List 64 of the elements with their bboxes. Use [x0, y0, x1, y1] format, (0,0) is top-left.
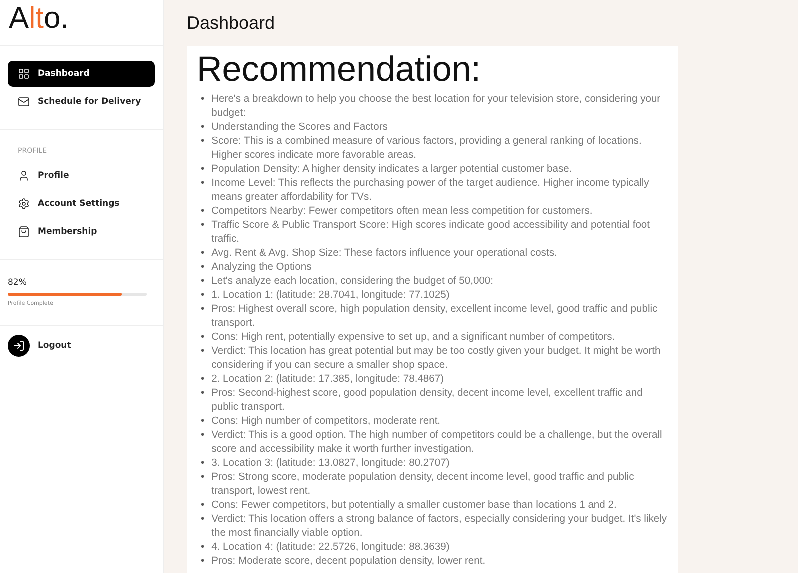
list-item: Competitors Nearby: Fewer competitors often mean less competition for customers.	[212, 205, 594, 219]
list-item: Pros: Second-highest score, good population density, decent income level, excellent traffic and public transport.	[212, 387, 644, 415]
list-item: 2. Location 2: (latitude: 17.385, longitude: 78.4867)	[212, 373, 446, 387]
page-title: Dashboard	[187, 12, 276, 34]
list-item: Score: This is a combined measure of various factors, providing a general ranking of locations. Higher scores indicate more favorable areas.	[212, 135, 643, 163]
bullet-marker: •	[201, 289, 205, 303]
sidebar-item[interactable]: Account Settings	[8, 191, 155, 217]
bullet-marker: •	[201, 177, 205, 191]
settings-icon	[18, 198, 30, 210]
card-title: Recommendation:	[197, 50, 482, 90]
bullet-marker: •	[201, 261, 205, 275]
bullet-marker: •	[201, 93, 205, 107]
list-item: Pros: Strong score, moderate population density, decent income level, good traffic and public transport, lowest rent.	[212, 471, 636, 499]
logout-icon[interactable]	[8, 335, 30, 357]
list-item: Cons: High number of competitors, moderate rent.	[212, 415, 442, 429]
sidebar-item[interactable]: Membership	[8, 219, 155, 245]
bullet-marker: •	[201, 275, 205, 289]
logout-link[interactable]: Logout	[38, 341, 72, 351]
bullet-marker: •	[201, 121, 205, 135]
list-item: Verdict: This location offers a strong balance of factors, especially considering your budget. It's likely the most financially viable option.	[212, 513, 668, 541]
list-item: Population Density: A higher density indicates a larger potential customer base.	[212, 163, 574, 177]
list-item: Understanding the Scores and Factors	[212, 121, 389, 135]
sidebar-item[interactable]: Profile	[8, 163, 155, 189]
bullet-marker: •	[201, 303, 205, 317]
list-item: Cons: High rent, potentially expensive to set up, and a significant number of competitors.	[212, 331, 616, 345]
logo: Alto.	[0, 0, 163, 46]
bullet-marker: •	[201, 163, 205, 177]
bullet-marker: •	[201, 471, 205, 485]
list-item: Cons: Fewer competitors, but potentially a smaller customer base than locations 1 and 2.	[212, 499, 618, 513]
bullet-marker: •	[201, 219, 205, 233]
list-item: 4. Location 4: (latitude: 22.5726, longitude: 88.3639)	[212, 541, 451, 555]
bullet-marker: •	[201, 345, 205, 359]
bullet-marker: •	[201, 331, 205, 345]
bullet-marker: •	[201, 373, 205, 387]
list-item: Verdict: This location has great potential but may be too costly given your budget. It might be worth considering if you can secure a smaller shop space.	[212, 345, 662, 373]
bullet-marker: •	[201, 415, 205, 429]
list-item: Analyzing the Options	[212, 261, 313, 275]
list-item: Verdict: This is a good option. The high number of competitors could be a challenge, but the overall score and accessibility make it worth further investigation.	[212, 429, 664, 457]
list-item: Pros: Highest overall score, high population density, excellent income level, good traffic and public transport.	[212, 303, 659, 331]
list-item: Traffic Score & Public Transport Score: High scores indicate good accessibility and potential foot traffic.	[212, 219, 652, 247]
list-item: Pros: Moderate score, decent population density, lower rent.	[212, 555, 487, 569]
bullet-marker: •	[201, 555, 205, 569]
bullet-marker: •	[201, 457, 205, 471]
bag-icon	[18, 226, 30, 238]
envelope-icon	[18, 96, 30, 108]
bullet-marker: •	[201, 513, 205, 527]
bullet-marker: •	[201, 541, 205, 555]
bullet-marker: •	[201, 205, 205, 219]
bullet-marker: •	[201, 429, 205, 443]
bullet-marker: •	[201, 135, 205, 149]
progress-percent: 82%	[8, 278, 28, 288]
user-icon	[18, 170, 30, 182]
bullet-marker: •	[201, 247, 205, 261]
sidebar-item[interactable]: Dashboard	[8, 61, 155, 87]
list-item: Avg. Rent & Avg. Shop Size: These factors influence your operational costs.	[212, 247, 558, 261]
bullet-marker: •	[201, 499, 205, 513]
list-item: Here's a breakdown to help you choose the best location for your television store, considering your budget:	[212, 93, 662, 121]
bullet-marker: •	[201, 387, 205, 401]
list-item: 1. Location 1: (latitude: 28.7041, longitude: 77.1025)	[212, 289, 451, 303]
sidebar-item[interactable]: Schedule for Delivery	[8, 89, 155, 115]
grid-icon	[18, 68, 30, 80]
list-item: Let's analyze each location, considering the budget of 50,000:	[212, 275, 495, 289]
list-item: 3. Location 3: (latitude: 13.0827, longitude: 80.2707)	[212, 457, 451, 471]
list-item: Income Level: This reflects the purchasing power of the target audience. Higher income typically means greater affordability for TVs.	[212, 177, 650, 205]
